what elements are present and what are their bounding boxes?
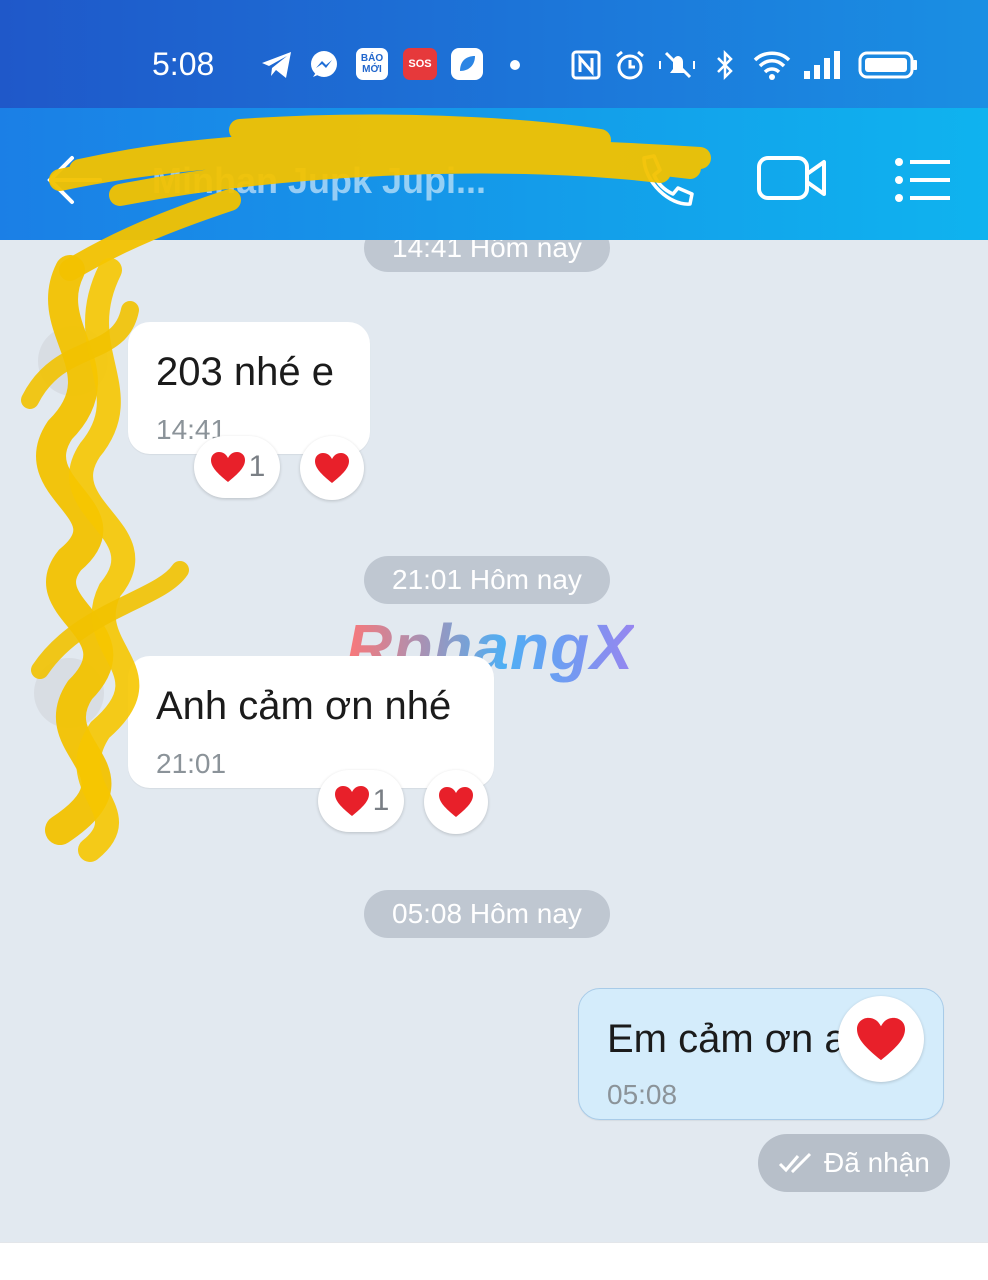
menu-button[interactable] (888, 146, 964, 214)
nfc-icon (570, 48, 602, 82)
message-time: 21:01 (156, 748, 227, 779)
dot-icon (508, 48, 522, 82)
message-time: 05:08 (607, 1079, 678, 1110)
bao-moi-label: BÁO MỚI (360, 53, 384, 75)
message-bubble[interactable]: 203 nhé e 14:41 (128, 322, 370, 454)
timestamp-pill: 21:01 Hôm nay (364, 556, 610, 604)
telegram-icon (260, 48, 294, 82)
heart-icon (439, 787, 473, 817)
alarm-icon (614, 48, 646, 82)
message-text: 203 nhé e (156, 350, 334, 394)
reaction-summary[interactable]: 1 (194, 436, 280, 498)
phone-icon (642, 154, 694, 206)
delivery-status: Đã nhận (758, 1134, 950, 1192)
video-call-button[interactable] (754, 146, 830, 214)
wifi-icon (752, 48, 794, 82)
app-icon (451, 48, 483, 80)
back-button[interactable] (44, 152, 104, 208)
react-button[interactable] (424, 770, 488, 834)
status-time: 5:08 (152, 46, 215, 82)
status-bar: 5:08 BÁO MỚI SOS (0, 0, 988, 108)
heart-icon (334, 786, 369, 816)
heart-icon (857, 1017, 905, 1061)
react-button[interactable] (300, 436, 364, 500)
bluetooth-icon (712, 48, 738, 82)
sos-icon: SOS (403, 48, 437, 80)
back-arrow-icon (47, 156, 102, 204)
video-call-icon (757, 156, 826, 200)
signal-icon (802, 48, 844, 82)
heart-icon (315, 453, 349, 483)
avatar[interactable] (38, 326, 108, 396)
heart-icon (210, 452, 245, 482)
double-check-icon (778, 1152, 812, 1174)
avatar[interactable] (34, 658, 104, 728)
delivery-status-label: Đã nhận (824, 1147, 930, 1178)
call-button[interactable] (630, 146, 706, 214)
reaction-count: 1 (248, 450, 266, 483)
battery-icon (858, 48, 918, 82)
sos-label: SOS (408, 57, 432, 70)
chat-header: Minhan Jupk Jupi... (0, 108, 988, 240)
messages-area[interactable]: 14:41 Hôm nay 203 nhé e 14:41 1 21:01 Hô… (0, 240, 988, 1242)
messenger-icon (308, 48, 340, 82)
message-text: Anh cảm ơn nhé (156, 684, 452, 728)
react-button[interactable] (838, 996, 924, 1082)
bao-moi-icon: BÁO MỚI (356, 48, 388, 80)
message-bubble[interactable]: Anh cảm ơn nhé 21:01 (128, 656, 494, 788)
timestamp-pill: 05:08 Hôm nay (364, 890, 610, 938)
composer-bar[interactable] (0, 1242, 988, 1280)
contact-name[interactable]: Minhan Jupk Jupi... (152, 160, 486, 202)
mute-icon (656, 48, 700, 82)
reaction-count: 1 (372, 784, 390, 817)
reaction-summary[interactable]: 1 (318, 770, 404, 832)
menu-icon (895, 158, 950, 202)
timestamp-pill: 14:41 Hôm nay (364, 240, 610, 272)
